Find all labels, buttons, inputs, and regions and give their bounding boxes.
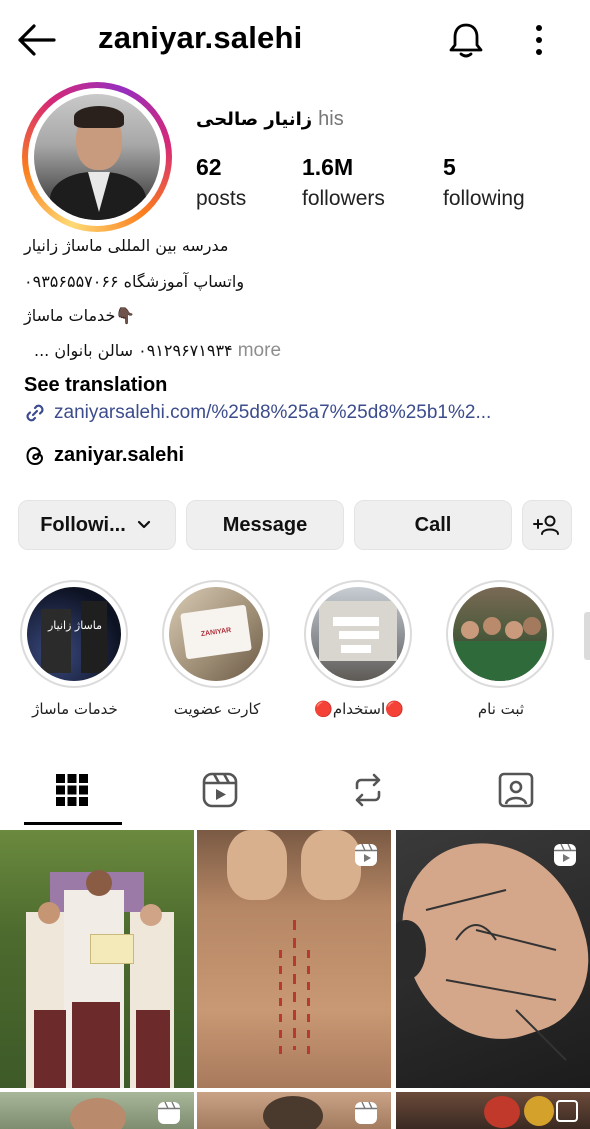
reels-icon[interactable] xyxy=(200,770,240,810)
arrow-left-icon[interactable] xyxy=(16,22,56,58)
followers-count: 1.6M xyxy=(302,154,354,180)
add-person-icon xyxy=(533,515,559,535)
highlight-cover-text: ماساژ زانیار xyxy=(47,619,103,632)
bio-line-4-text: ۰۹۱۲۹۶۷۱۹۳۴ سالن بانوان ... xyxy=(34,341,233,360)
grid-post-2[interactable] xyxy=(197,830,391,1088)
highlight-hiring[interactable]: 🔴استخدام🔴 xyxy=(304,580,414,718)
highlight-label: کارت عضویت xyxy=(173,700,261,718)
arrow-drawings xyxy=(425,889,567,1061)
website-link[interactable]: zaniyarsalehi.com/%25d8%25a7%25d8%25b1%2… xyxy=(24,402,569,424)
following-button-label: Followi... xyxy=(40,513,126,536)
name-row: زانیار صالحی his xyxy=(196,108,344,131)
following-stat[interactable]: 5 following xyxy=(443,154,525,211)
call-button[interactable]: Call xyxy=(354,500,512,550)
profile-username-title: zaniyar.salehi xyxy=(98,20,303,55)
reels-icon xyxy=(554,843,576,866)
following-button[interactable]: Followi... xyxy=(18,500,176,550)
suggested-users-button[interactable] xyxy=(522,500,572,550)
avatar xyxy=(34,94,160,220)
highlight-membership-card[interactable]: ZANIYAR کارت عضویت xyxy=(162,580,272,718)
highlight-cover xyxy=(311,587,405,681)
grid-post-5[interactable] xyxy=(197,1092,391,1129)
message-button-label: Message xyxy=(222,513,308,536)
tagged-icon[interactable] xyxy=(496,770,536,810)
bio-line-1: مدرسه بین المللی ماساژ زانیار xyxy=(24,236,229,255)
threads-icon xyxy=(26,446,44,465)
highlight-cover: ماساژ زانیار xyxy=(27,587,121,681)
reels-icon xyxy=(355,1101,377,1124)
grid-post-6[interactable] xyxy=(396,1092,590,1129)
pronoun: his xyxy=(318,108,344,130)
highlight-cover-text: ZANIYAR xyxy=(200,626,232,638)
reels-icon xyxy=(355,843,377,866)
bio-line-3: 👇🏿خدمات ماساژ xyxy=(24,306,136,325)
grid-post-4[interactable] xyxy=(0,1092,194,1129)
bio-line-2: واتساپ آموزشگاه ۰۹۳۵۶۵۵۷۰۶۶ xyxy=(24,272,245,291)
posts-label: posts xyxy=(196,187,247,210)
grid-post-3[interactable] xyxy=(396,830,590,1088)
reposts-icon[interactable] xyxy=(348,770,388,810)
bell-icon[interactable] xyxy=(446,20,486,60)
threads-handle: zaniyar.salehi xyxy=(54,444,185,466)
posts-count: 62 xyxy=(196,154,222,180)
website-url: zaniyarsalehi.com/%25d8%25a7%25d8%25b1%2… xyxy=(54,402,492,423)
highlight-label: خدمات ماساژ xyxy=(32,700,118,718)
highlight-cover: ZANIYAR xyxy=(169,587,263,681)
vertical-dots-icon[interactable] xyxy=(524,22,554,58)
highlight-massage-services[interactable]: ماساژ زانیار خدمات ماساژ xyxy=(20,580,130,718)
call-button-label: Call xyxy=(414,513,452,536)
chevron-down-icon xyxy=(137,520,150,529)
highlight-next-partial xyxy=(584,612,590,660)
highlight-label: 🔴استخدام🔴 xyxy=(314,700,404,718)
followers-label: followers xyxy=(302,187,385,210)
highlight-label: ثبت نام xyxy=(477,700,525,718)
full-name: زانیار صالحی xyxy=(196,109,313,130)
bio-line-4: ۰۹۱۲۹۶۷۱۹۳۴ سالن بانوان ... more xyxy=(34,340,281,362)
reels-icon xyxy=(158,1101,180,1124)
following-label: following xyxy=(443,187,525,210)
grid-icon[interactable] xyxy=(52,770,92,810)
threads-badge[interactable]: zaniyar.salehi xyxy=(24,444,184,467)
top-bar: zaniyar.salehi xyxy=(0,0,590,80)
highlight-cover xyxy=(453,587,547,681)
carousel-icon xyxy=(556,1100,578,1122)
link-icon xyxy=(26,404,44,422)
followers-stat[interactable]: 1.6M followers xyxy=(302,154,385,211)
bio-more-link[interactable]: more xyxy=(238,340,281,361)
message-button[interactable]: Message xyxy=(186,500,344,550)
active-tab-indicator xyxy=(24,822,122,825)
avatar-story-ring[interactable] xyxy=(22,82,172,232)
profile-tabs xyxy=(0,760,590,826)
following-count: 5 xyxy=(443,154,456,180)
grid-post-1[interactable] xyxy=(0,830,194,1088)
highlight-registration[interactable]: ثبت نام xyxy=(446,580,556,718)
see-translation-link[interactable]: See translation xyxy=(24,374,167,397)
posts-stat[interactable]: 62 posts xyxy=(196,154,246,211)
